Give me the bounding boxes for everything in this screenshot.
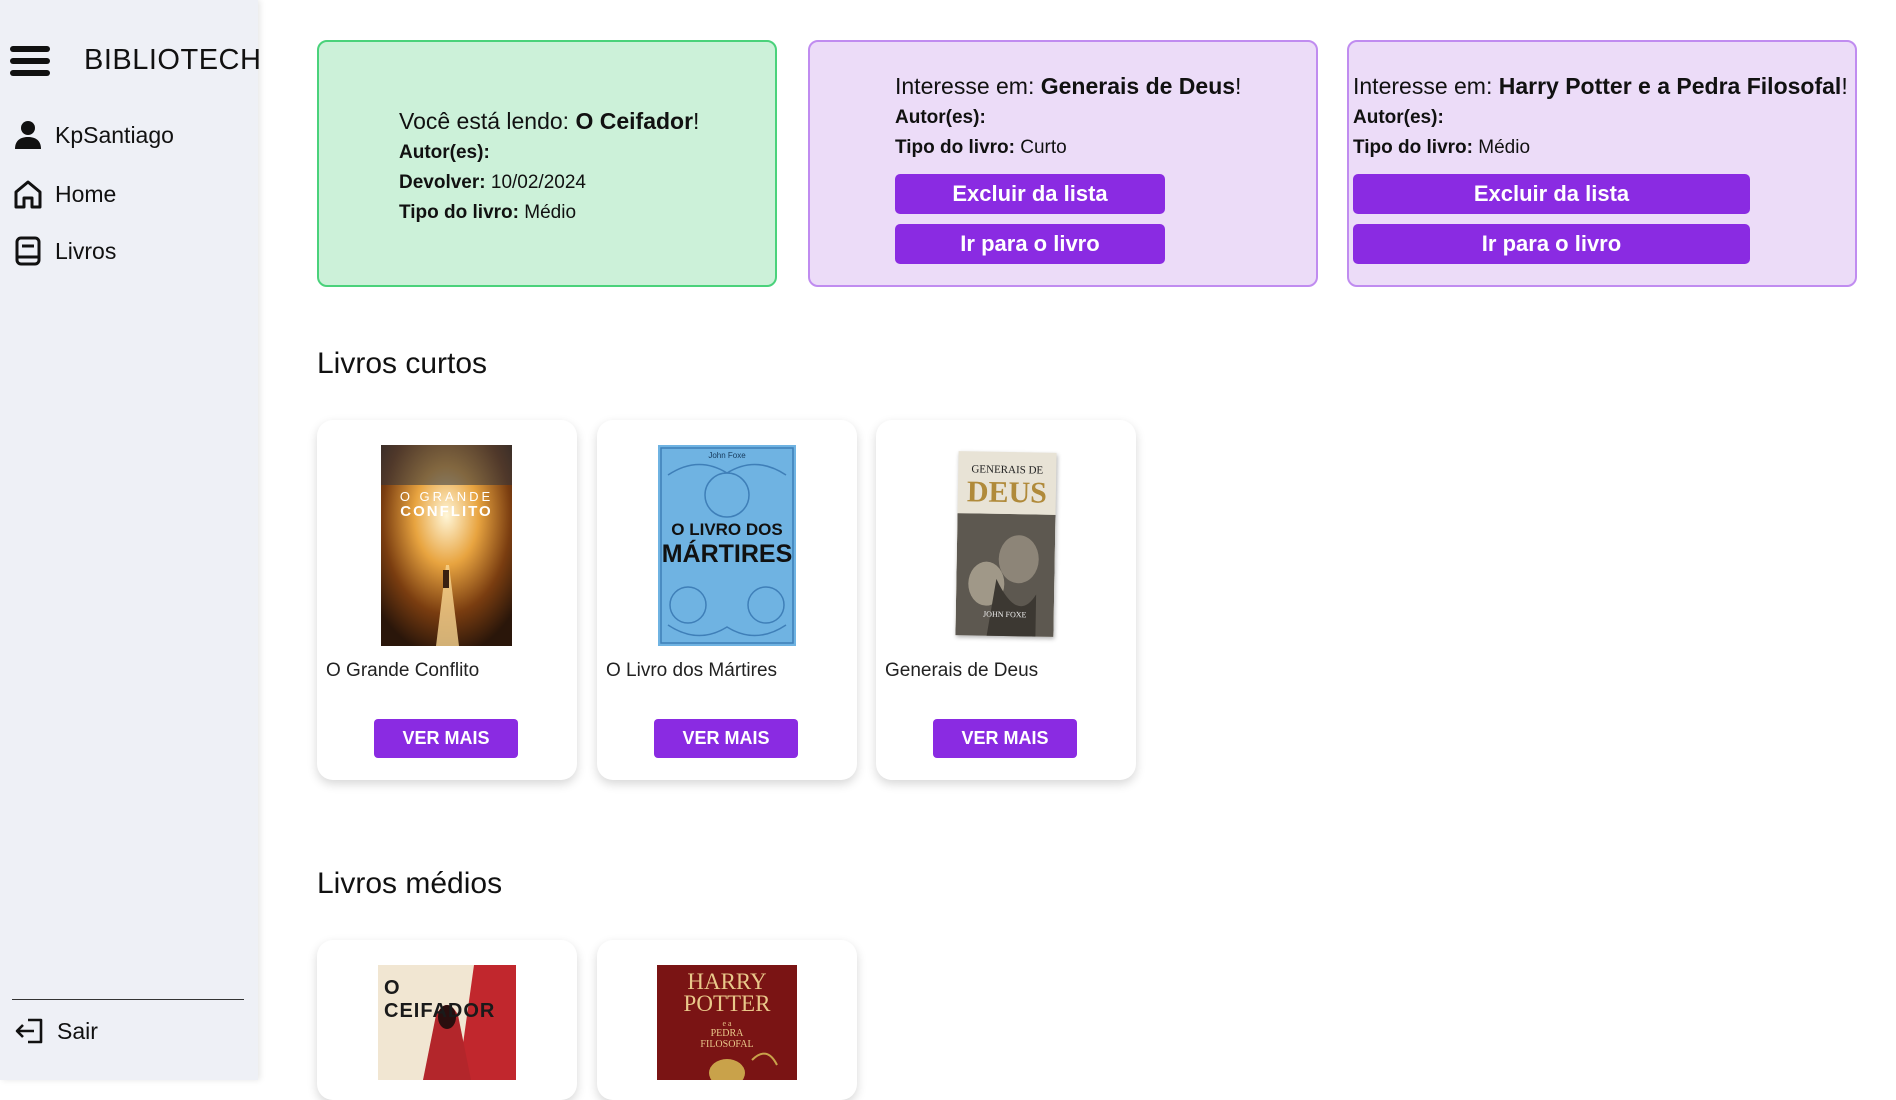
home-icon	[14, 180, 42, 209]
sidebar-item-label: Home	[55, 180, 117, 207]
interest-card-body: Interesse em: Harry Potter e a Pedra Fil…	[1353, 69, 1848, 163]
type-label: Tipo do livro:	[895, 137, 1015, 158]
type-value: Médio	[1478, 137, 1531, 158]
logout-icon	[15, 1018, 43, 1044]
interest-card-body: Interesse em: Generais de Deus! Autor(es…	[895, 69, 1241, 163]
cover-title-line1: O GRANDE	[399, 489, 494, 504]
logout-button[interactable]: Sair	[14, 1015, 98, 1047]
interest-suffix: !	[1841, 73, 1848, 99]
type-label: Tipo do livro:	[399, 202, 519, 223]
interest-prefix: Interesse em:	[895, 73, 1041, 99]
book-card: O GRANDE CONFLITO O Grande Conflito VER …	[317, 420, 577, 780]
sidebar-item-livros[interactable]: Livros	[12, 235, 116, 267]
type-value: Curto	[1020, 137, 1067, 158]
book-cover: O GRANDE CONFLITO	[381, 445, 512, 646]
see-more-button[interactable]: VER MAIS	[933, 719, 1077, 758]
sidebar-item-label: KpSantiago	[55, 121, 174, 148]
book-title: O Grande Conflito	[326, 660, 480, 681]
see-more-button[interactable]: VER MAIS	[654, 719, 798, 758]
author-label: Autor(es):	[399, 142, 490, 163]
book-cover: John Foxe O LIVRO DOS MÁRTIRES	[658, 445, 796, 646]
interest-card: Interesse em: Harry Potter e a Pedra Fil…	[1347, 40, 1857, 287]
brand: BIBLIOTECH	[10, 44, 261, 77]
book-cover: GENERAIS DE DEUS JOHN FOXE	[955, 451, 1057, 637]
interest-title: Interesse em: Generais de Deus!	[895, 69, 1241, 103]
go-to-book-button[interactable]: Ir para o livro	[895, 224, 1165, 264]
author-label: Autor(es):	[1353, 107, 1444, 128]
book-card: GENERAIS DE DEUS JOHN FOXE Generais de D…	[876, 420, 1136, 780]
interest-book-title: Generais de Deus	[1040, 73, 1236, 99]
interest-title: Interesse em: Harry Potter e a Pedra Fil…	[1353, 69, 1848, 103]
sidebar-item-home[interactable]: Home	[12, 178, 116, 210]
author-label: Autor(es):	[895, 107, 986, 128]
book-card: HARRY POTTER e a PEDRA FILOSOFAL	[597, 940, 857, 1100]
book-card: John Foxe O LIVRO DOS MÁRTIRES O Livro d…	[597, 420, 857, 780]
cover-title-line1: O LIVRO DOS	[671, 520, 783, 539]
cover-title-line2: CONFLITO	[400, 503, 493, 520]
section-title-short: Livros curtos	[317, 347, 488, 380]
cover-title-line2: MÁRTIRES	[661, 540, 793, 568]
type-value: Médio	[524, 202, 577, 223]
user-icon	[15, 121, 41, 149]
interest-prefix: Interesse em:	[1353, 73, 1499, 99]
book-title: Generais de Deus	[885, 660, 1039, 681]
reading-title: Você está lendo: O Ceifador!	[399, 104, 699, 138]
book-icon	[15, 236, 41, 266]
reading-type: Tipo do livro: Médio	[399, 198, 699, 228]
reading-return: Devolver: 10/02/2024	[399, 168, 699, 198]
sidebar-item-label: Livros	[55, 237, 117, 264]
cover-author: John Foxe	[708, 451, 746, 460]
interest-card: Interesse em: Generais de Deus! Autor(es…	[808, 40, 1318, 287]
cover-title-line2: POTTER	[683, 991, 771, 1016]
cover-title-line4: PEDRA	[710, 1028, 744, 1039]
reading-prefix: Você está lendo:	[399, 108, 576, 134]
sidebar-item-profile[interactable]: KpSantiago	[12, 119, 174, 151]
interest-suffix: !	[1235, 73, 1242, 99]
app-title: BIBLIOTECH	[84, 44, 262, 76]
book-card: O CEIFADOR	[317, 940, 577, 1100]
book-title: O Livro dos Mártires	[606, 660, 778, 681]
type-label: Tipo do livro:	[1353, 137, 1473, 158]
cover-title-line1: HARRY	[687, 969, 767, 994]
reading-card-body: Você está lendo: O Ceifador! Autor(es): …	[399, 104, 699, 228]
interest-author: Autor(es):	[895, 103, 1241, 133]
interest-author: Autor(es):	[1353, 103, 1848, 133]
interest-type: Tipo do livro: Curto	[895, 133, 1241, 163]
cover-grande-conflito	[381, 445, 512, 646]
cover-title-line3: e a	[722, 1019, 732, 1028]
cover-title-line5: FILOSOFAL	[700, 1039, 754, 1050]
logout-label: Sair	[57, 1017, 98, 1044]
cover-author: JOHN FOXE	[983, 609, 1027, 620]
reading-card: Você está lendo: O Ceifador! Autor(es): …	[317, 40, 777, 287]
interest-book-title: Harry Potter e a Pedra Filosofal	[1498, 73, 1842, 99]
section-title-medium: Livros médios	[317, 867, 503, 900]
remove-from-list-button[interactable]: Excluir da lista	[895, 174, 1165, 214]
remove-from-list-button[interactable]: Excluir da lista	[1353, 174, 1750, 214]
return-date: 10/02/2024	[490, 172, 586, 193]
menu-icon[interactable]	[10, 45, 50, 77]
go-to-book-button[interactable]: Ir para o livro	[1353, 224, 1750, 264]
cover-title-line2: DEUS	[966, 475, 1048, 510]
see-more-button[interactable]: VER MAIS	[374, 719, 518, 758]
interest-type: Tipo do livro: Médio	[1353, 133, 1848, 163]
cover-title-line1: O CEIFADOR	[384, 977, 496, 1022]
book-cover: O CEIFADOR	[378, 965, 516, 1080]
reading-suffix: !	[693, 108, 700, 134]
book-cover: HARRY POTTER e a PEDRA FILOSOFAL	[657, 965, 797, 1080]
sidebar: BIBLIOTECH KpSantiago Home Livros Sair	[0, 0, 261, 1080]
return-label: Devolver:	[399, 172, 486, 193]
sidebar-divider	[12, 999, 244, 1000]
reading-book-title: O Ceifador	[575, 108, 694, 134]
reading-author: Autor(es):	[399, 138, 699, 168]
